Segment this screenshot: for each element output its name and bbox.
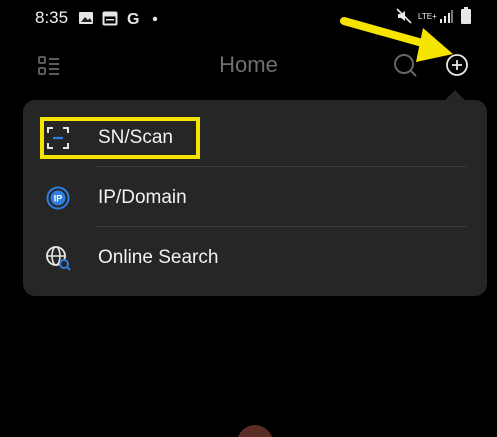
svg-text:IP: IP bbox=[54, 194, 63, 204]
add-device-menu: SN/Scan IP IP/Domain Online Search bbox=[23, 90, 487, 296]
menu-item-label: Online Search bbox=[98, 247, 219, 268]
background-figure bbox=[237, 425, 273, 437]
highlight-box bbox=[40, 117, 200, 159]
ip-icon: IP bbox=[46, 186, 70, 210]
phone-screen: 8:35 G LTE+ Home SN/Scan IP IP/Domain On… bbox=[7, 0, 490, 437]
menu-item-label: IP/Domain bbox=[98, 187, 187, 208]
annotation-arrow-icon bbox=[340, 17, 453, 62]
menu-divider bbox=[95, 226, 467, 227]
menu-item-online-search[interactable]: Online Search bbox=[23, 228, 487, 288]
globe-search-icon bbox=[46, 246, 71, 271]
menu-divider bbox=[95, 166, 467, 167]
menu-item-ip-domain[interactable]: IP IP/Domain bbox=[23, 168, 487, 228]
